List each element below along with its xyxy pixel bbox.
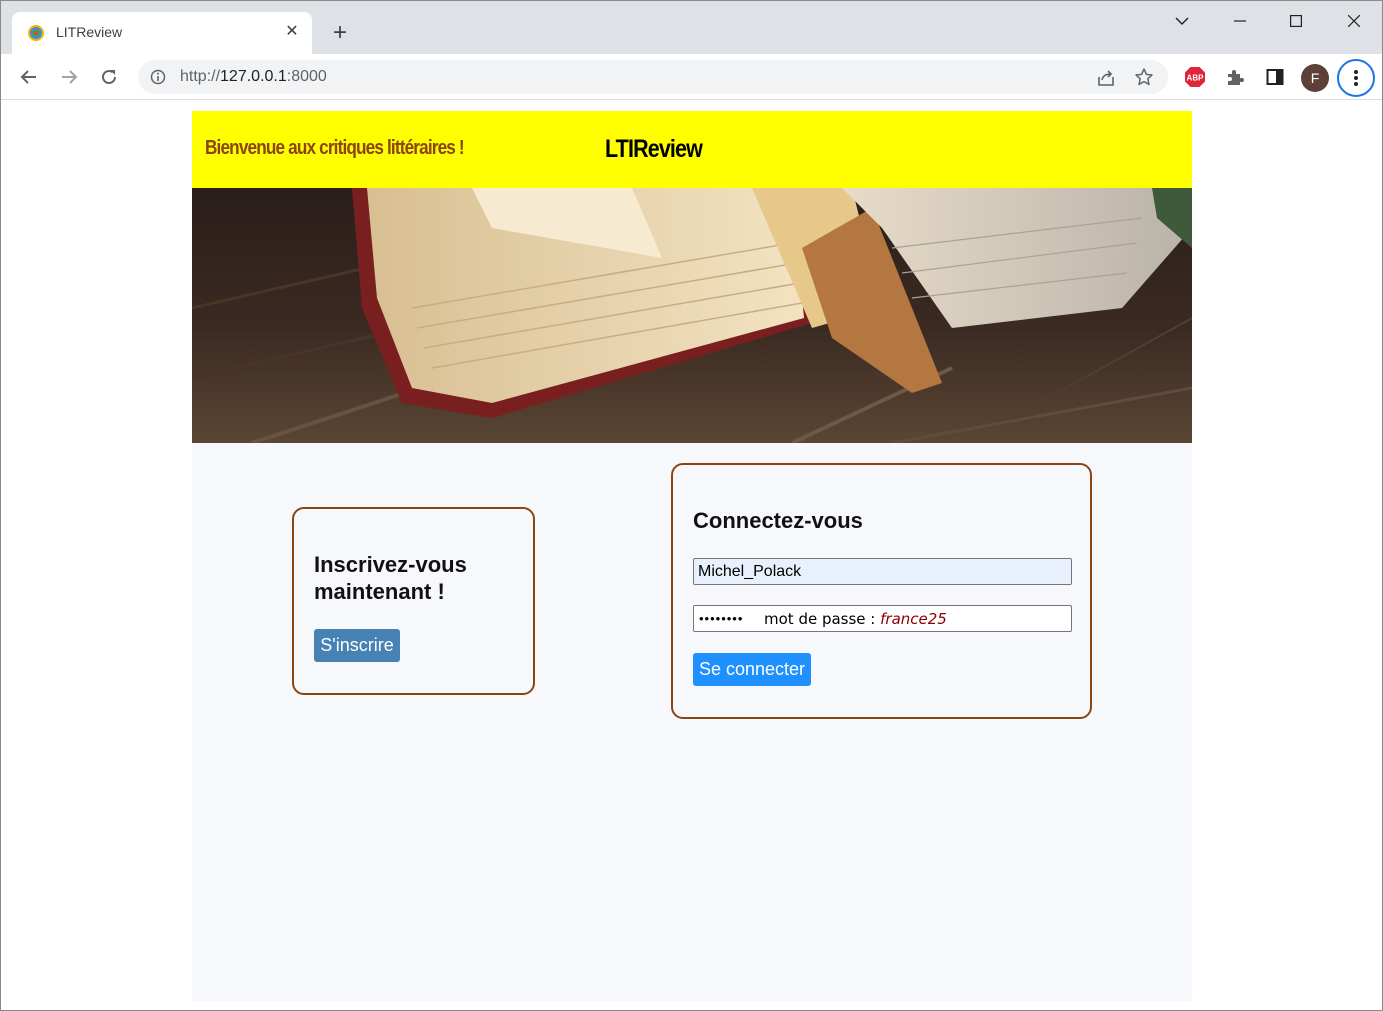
chevron-down-icon[interactable] <box>1159 6 1205 36</box>
avatar-initial: F <box>1310 70 1320 86</box>
signup-button[interactable]: S'inscrire <box>314 629 400 662</box>
info-icon[interactable] <box>150 69 166 85</box>
login-title: Connectez-vous <box>693 508 863 533</box>
menu-icon[interactable] <box>1337 59 1375 97</box>
password-field[interactable]: •••••••• mot de passe : france25 <box>693 605 1072 632</box>
tab-title: LITReview <box>56 24 123 40</box>
avatar[interactable]: F <box>1301 64 1329 92</box>
address-bar[interactable]: http://127.0.0.1:8000 <box>138 60 1168 94</box>
minimize-icon[interactable] <box>1217 6 1263 36</box>
back-icon[interactable] <box>13 61 45 93</box>
close-icon[interactable]: ✕ <box>281 21 303 43</box>
signup-title: Inscrivez-vous maintenant ! <box>314 552 467 604</box>
signup-card: Inscrivez-vous maintenant ! S'inscrire <box>292 507 535 695</box>
username-field[interactable]: Michel_Polack <box>693 558 1072 585</box>
share-icon[interactable] <box>1096 68 1116 88</box>
side-panel-icon[interactable] <box>1264 66 1286 88</box>
url-text[interactable]: http://127.0.0.1:8000 <box>180 68 327 86</box>
plus-icon[interactable]: + <box>326 20 354 48</box>
page-container: Bienvenue aux critiques littéraires ! LT… <box>192 111 1192 1001</box>
favicon-icon <box>28 25 44 41</box>
site-header: Bienvenue aux critiques littéraires ! LT… <box>192 111 1192 188</box>
page-viewport: Bienvenue aux critiques littéraires ! LT… <box>1 101 1382 1010</box>
extensions-icon[interactable] <box>1224 66 1246 88</box>
welcome-text: Bienvenue aux critiques littéraires ! <box>205 137 465 159</box>
password-mask: •••••••• <box>699 611 744 626</box>
login-button[interactable]: Se connecter <box>693 653 811 686</box>
tab-litreview[interactable]: LITReview ✕ <box>12 12 312 54</box>
login-card: Connectez-vous Michel_Polack •••••••• mo… <box>671 463 1092 719</box>
star-icon[interactable] <box>1134 67 1154 87</box>
browser-window: LITReview ✕ + http://127.0.0.1:8000 ABP … <box>0 0 1383 1011</box>
password-hint: mot de passe : france25 <box>764 610 947 628</box>
password-hint-value: france25 <box>880 610 947 628</box>
reload-icon[interactable] <box>93 61 125 93</box>
tab-strip: LITReview ✕ + <box>1 1 1382 54</box>
close-window-icon[interactable] <box>1331 6 1377 36</box>
hero-image-books <box>192 188 1192 443</box>
brand-title: LTIReview <box>605 135 703 163</box>
svg-text:ABP: ABP <box>1187 74 1205 83</box>
browser-toolbar: http://127.0.0.1:8000 ABP F <box>1 54 1382 100</box>
maximize-icon[interactable] <box>1273 6 1319 36</box>
adblock-icon[interactable]: ABP <box>1184 66 1206 88</box>
forward-icon[interactable] <box>53 61 85 93</box>
